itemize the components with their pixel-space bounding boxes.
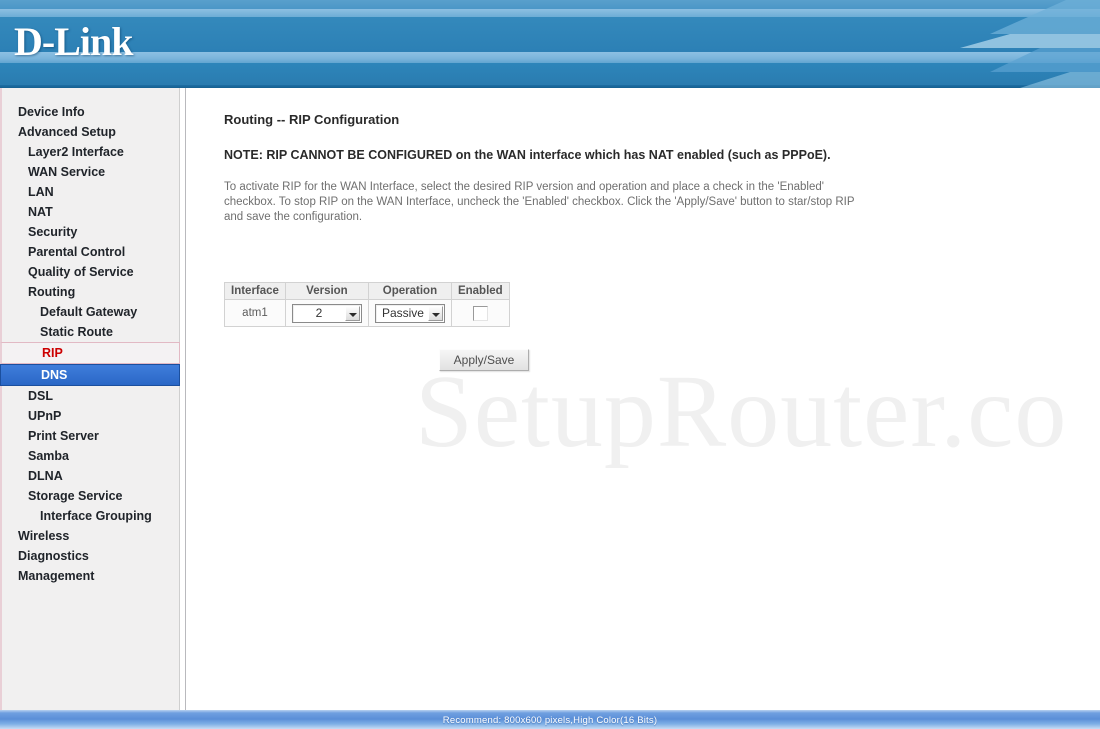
operation-select[interactable]: Passive [374,303,445,323]
cell-version: 2 [284,299,369,327]
page-header: D-Link [0,0,1100,88]
chevron-down-icon[interactable] [344,305,360,321]
sidebar-navigation: Device Info Advanced Setup Layer2 Interfac… [0,88,180,710]
cell-operation: Passive [367,299,452,327]
version-select[interactable]: 2 [291,303,362,323]
dlink-logo: D-Link [14,19,133,64]
sidebar-item-quality-of-service[interactable]: Quality of Service [2,262,179,282]
main-content: SetupRouter.co Routing -- RIP Configurat… [187,88,1100,710]
table-header-row: Interface Version Operation Enabled [224,282,510,300]
table-row: atm1 2 Passive [224,299,510,327]
page-body: Device Info Advanced Setup Layer2 Interfac… [0,88,1100,710]
version-select-value: 2 [315,305,323,320]
page-footer: Recommend: 800x600 pixels,High Color(16 … [0,710,1100,729]
sidebar-item-rip[interactable]: RIP [0,342,180,364]
sidebar-item-wireless[interactable]: Wireless [2,526,179,546]
sidebar-item-static-route[interactable]: Static Route [2,322,179,342]
sidebar-item-layer2-interface[interactable]: Layer2 Interface [2,142,179,162]
sidebar-item-diagnostics[interactable]: Diagnostics [2,546,179,566]
chevron-down-icon[interactable] [427,305,443,321]
header-swoosh-graphic [870,0,1100,88]
instructions-paragraph: To activate RIP for the WAN Interface, s… [224,181,855,223]
footer-recommend-text: Recommend: 800x600 pixels,High Color(16 … [442,715,658,726]
sidebar-item-management[interactable]: Management [2,566,179,586]
watermark-text: SetupRouter.co [415,354,1068,469]
operation-select-value: Passive [381,305,424,320]
sidebar-item-dsl[interactable]: DSL [2,386,179,406]
sidebar-item-advanced-setup[interactable]: Advanced Setup [2,122,179,142]
sidebar-item-device-info[interactable]: Device Info [2,102,179,122]
cell-enabled [450,299,510,327]
sidebar-separator [185,88,186,710]
sidebar-item-dlna[interactable]: DLNA [2,466,179,486]
sidebar-item-nat[interactable]: NAT [2,202,179,222]
rip-configuration-table: Interface Version Operation Enabled atm1… [224,282,510,327]
sidebar-item-upnp[interactable]: UPnP [2,406,179,426]
column-header-version: Version [284,282,369,300]
button-row: Apply/Save [224,349,744,371]
nat-warning-note: NOTE: RIP CANNOT BE CONFIGURED on the WA… [224,148,831,162]
sidebar-item-wan-service[interactable]: WAN Service [2,162,179,182]
sidebar-item-storage-service[interactable]: Storage Service [2,486,179,506]
sidebar-item-lan[interactable]: LAN [2,182,179,202]
sidebar-menu: Device Info Advanced Setup Layer2 Interfac… [0,102,180,586]
sidebar-item-default-gateway[interactable]: Default Gateway [2,302,179,322]
cell-interface-name: atm1 [224,299,286,327]
sidebar-item-parental-control[interactable]: Parental Control [2,242,179,262]
sidebar-item-security[interactable]: Security [2,222,179,242]
sidebar-item-print-server[interactable]: Print Server [2,426,179,446]
column-header-operation: Operation [367,282,452,300]
apply-save-button[interactable]: Apply/Save [438,349,530,371]
column-header-interface: Interface [224,282,286,300]
column-header-enabled: Enabled [450,282,510,300]
sidebar-item-routing[interactable]: Routing [2,282,179,302]
sidebar-item-interface-grouping[interactable]: Interface Grouping [2,506,179,526]
sidebar-item-dns[interactable]: DNS [0,364,180,386]
page-title: Routing -- RIP Configuration [224,112,400,127]
enabled-checkbox[interactable] [472,305,488,321]
sidebar-item-samba[interactable]: Samba [2,446,179,466]
